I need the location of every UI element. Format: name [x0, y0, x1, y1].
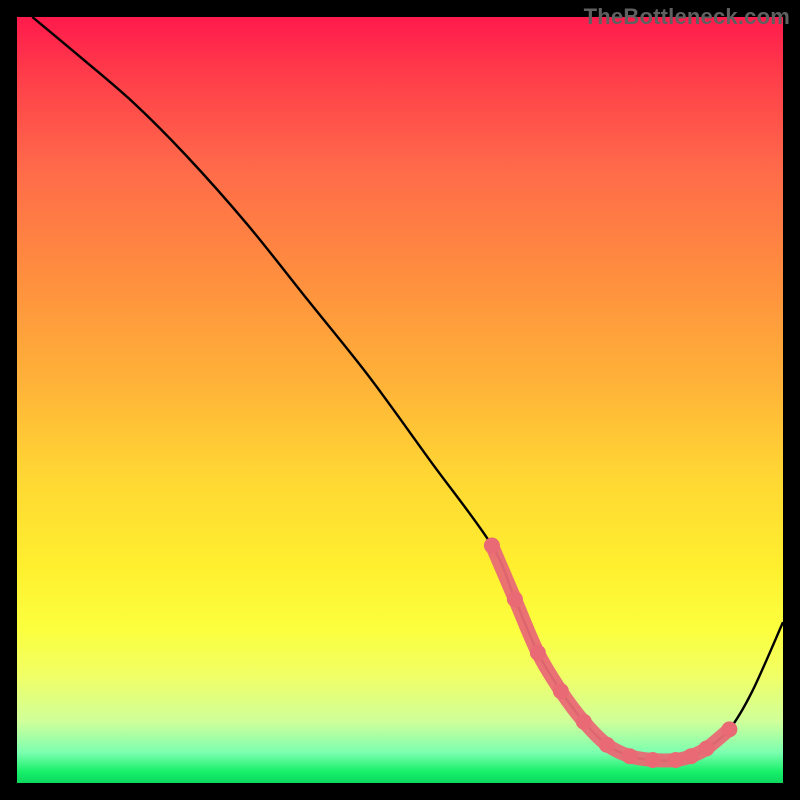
chart-svg: [17, 17, 783, 783]
bottleneck-curve-path: [32, 17, 783, 760]
chart-frame: TheBottleneck.com: [0, 0, 800, 800]
plot-area: [17, 17, 783, 783]
watermark-text: TheBottleneck.com: [584, 4, 790, 30]
optimal-range-highlight: [484, 538, 737, 768]
